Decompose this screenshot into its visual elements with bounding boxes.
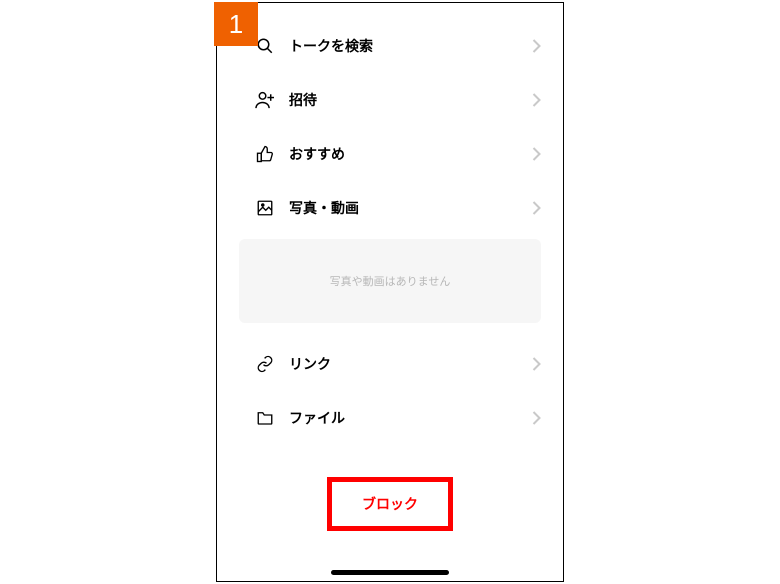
menu-item-link[interactable]: リンク <box>217 337 563 391</box>
menu-item-label: ファイル <box>289 408 532 428</box>
menu-item-label: 招待 <box>289 90 532 110</box>
chevron-right-icon <box>532 411 541 425</box>
menu-item-recommend[interactable]: おすすめ <box>217 127 563 181</box>
home-indicator <box>331 570 449 575</box>
menu-item-file[interactable]: ファイル <box>217 391 563 445</box>
menu-item-label: リンク <box>289 354 532 374</box>
chevron-right-icon <box>532 201 541 215</box>
menu-item-search[interactable]: トークを検索 <box>217 19 563 73</box>
menu-item-media[interactable]: 写真・動画 <box>217 181 563 235</box>
chevron-right-icon <box>532 147 541 161</box>
menu-item-label: トークを検索 <box>289 36 532 56</box>
phone-frame: トークを検索 招待 <box>216 2 564 582</box>
chevron-right-icon <box>532 93 541 107</box>
block-button[interactable]: ブロック <box>362 494 418 514</box>
menu-item-invite[interactable]: 招待 <box>217 73 563 127</box>
menu-item-label: 写真・動画 <box>289 198 532 218</box>
step-badge: 1 <box>214 2 258 46</box>
highlight-frame: ブロック <box>327 477 453 531</box>
chevron-right-icon <box>532 357 541 371</box>
search-icon <box>255 36 275 56</box>
user-plus-icon <box>255 90 275 110</box>
menu-list: トークを検索 招待 <box>217 3 563 445</box>
chevron-right-icon <box>532 39 541 53</box>
block-section: ブロック <box>217 477 563 531</box>
link-icon <box>255 354 275 374</box>
folder-icon <box>255 408 275 428</box>
media-empty-placeholder: 写真や動画はありません <box>239 239 541 323</box>
image-icon <box>255 198 275 218</box>
thumbs-up-icon <box>255 144 275 164</box>
menu-item-label: おすすめ <box>289 144 532 164</box>
